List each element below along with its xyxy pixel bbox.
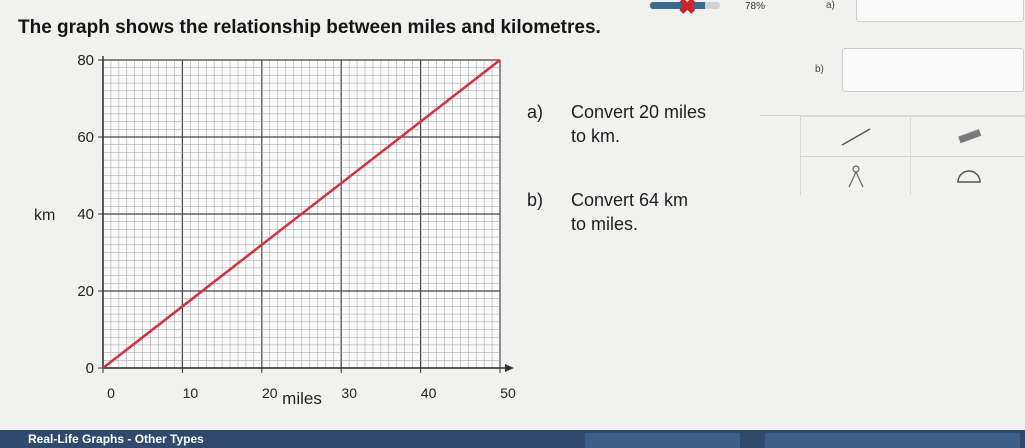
compass-tool[interactable] bbox=[800, 156, 911, 195]
x-tick-label: 40 bbox=[421, 385, 437, 401]
footer-bar: Real-Life Graphs - Other Types bbox=[0, 430, 1025, 448]
footer-tab-segment[interactable] bbox=[585, 433, 740, 448]
part-a-line2: to km. bbox=[571, 126, 621, 146]
part-b-letter: b) bbox=[527, 190, 544, 210]
y-tick-label: 40 bbox=[77, 206, 94, 223]
x-tick-label: 10 bbox=[183, 385, 199, 401]
part-b-answer-box[interactable] bbox=[842, 48, 1024, 92]
footer-tab-segment[interactable] bbox=[765, 433, 1020, 448]
ruler-icon bbox=[841, 128, 871, 146]
ruler-tool[interactable] bbox=[800, 116, 911, 157]
progress-percent: 78% bbox=[745, 1, 766, 12]
y-tick-label: 60 bbox=[77, 129, 94, 146]
pencil-icon bbox=[957, 129, 981, 144]
part-b-question: b) Convert 64 km to miles. bbox=[527, 188, 688, 236]
part-b-line2: to miles. bbox=[571, 214, 639, 234]
miles-km-chart: 0 10 20 30 40 50 0 20 40 60 80 miles km bbox=[0, 40, 560, 420]
x-tick-label: 50 bbox=[500, 385, 516, 401]
part-a-answer-box[interactable] bbox=[856, 0, 1024, 22]
part-a-question: a) Convert 20 miles to km. bbox=[527, 100, 706, 148]
part-b-tab-label: b) bbox=[815, 64, 824, 75]
incorrect-mark-icon: ✖ bbox=[678, 0, 697, 19]
chart-svg: 0 10 20 30 40 50 0 20 40 60 80 miles km bbox=[34, 52, 516, 408]
y-axis-label: km bbox=[34, 207, 55, 224]
tools-panel bbox=[760, 115, 1025, 195]
x-tick-label: 30 bbox=[341, 385, 357, 401]
x-tick-label: 0 bbox=[107, 385, 115, 401]
y-tick-label: 0 bbox=[86, 360, 94, 377]
part-b-line1: Convert 64 km bbox=[571, 190, 689, 210]
question-title: The graph shows the relationship between… bbox=[18, 17, 601, 38]
y-tick-label: 80 bbox=[77, 52, 94, 69]
protractor-tool[interactable] bbox=[910, 156, 1025, 195]
compass-icon bbox=[848, 165, 864, 188]
part-a-letter: a) bbox=[527, 102, 544, 122]
pencil-tool[interactable] bbox=[910, 116, 1025, 157]
part-a-tab-label: a) bbox=[826, 0, 835, 11]
x-axis-label: miles bbox=[282, 389, 322, 408]
y-tick-label: 20 bbox=[77, 283, 94, 300]
x-tick-label: 20 bbox=[262, 385, 278, 401]
x-axis-arrow bbox=[505, 364, 514, 372]
footer-title: Real-Life Graphs - Other Types bbox=[28, 432, 204, 446]
protractor-icon bbox=[956, 170, 981, 183]
part-a-line1: Convert 20 miles bbox=[571, 102, 707, 122]
